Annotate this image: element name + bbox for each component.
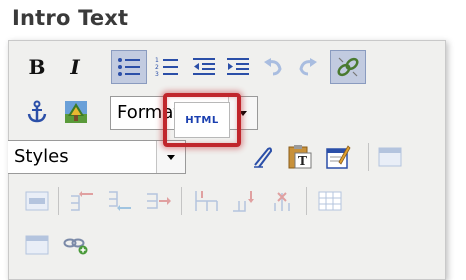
anchor-button[interactable] bbox=[21, 96, 53, 128]
insert-row-after-icon bbox=[109, 191, 131, 211]
anchor-icon bbox=[27, 100, 47, 123]
undo-button[interactable] bbox=[257, 51, 289, 83]
bullet-list-icon bbox=[118, 58, 140, 76]
svg-text:3: 3 bbox=[155, 71, 159, 77]
merge-cells-button[interactable] bbox=[21, 229, 53, 261]
toolbar-separator bbox=[368, 143, 369, 171]
indent-button[interactable] bbox=[222, 51, 254, 83]
image-icon bbox=[65, 101, 87, 123]
html-source-button[interactable]: HTML bbox=[174, 102, 230, 138]
toolbar-separator bbox=[306, 187, 307, 215]
insert-column-before-icon bbox=[195, 191, 218, 211]
italic-button[interactable]: I bbox=[59, 51, 91, 83]
svg-text:1: 1 bbox=[155, 57, 159, 64]
unlink-icon bbox=[337, 57, 359, 77]
horizontal-rule-button[interactable] bbox=[374, 141, 406, 173]
outdent-icon bbox=[193, 58, 215, 75]
row-properties-button[interactable] bbox=[21, 185, 53, 217]
bullet-list-button[interactable] bbox=[111, 50, 147, 84]
delete-row-icon bbox=[147, 193, 171, 209]
row-properties-icon bbox=[25, 191, 49, 211]
delete-column-button[interactable] bbox=[266, 185, 298, 217]
paste-text-icon: T bbox=[288, 145, 312, 169]
delete-row-button[interactable] bbox=[142, 185, 174, 217]
toolbar-separator bbox=[58, 187, 59, 215]
merge-cells-icon bbox=[25, 235, 49, 255]
link-icon bbox=[63, 238, 88, 255]
delete-column-icon bbox=[274, 192, 290, 211]
numbered-list-button[interactable]: 1 2 3 bbox=[151, 51, 183, 83]
link-button[interactable] bbox=[60, 229, 92, 261]
styles-select[interactable]: Styles bbox=[8, 140, 186, 174]
insert-row-before-icon bbox=[71, 191, 93, 211]
eraser-icon bbox=[254, 147, 273, 168]
table-properties-icon bbox=[378, 147, 402, 167]
section-title: Intro Text bbox=[12, 6, 129, 30]
table-icon bbox=[318, 191, 342, 211]
undo-icon bbox=[264, 58, 282, 76]
outdent-button[interactable] bbox=[188, 51, 220, 83]
redo-icon bbox=[299, 58, 317, 76]
indent-icon bbox=[227, 58, 249, 75]
paste-word-icon bbox=[326, 145, 351, 169]
insert-column-before-button[interactable] bbox=[190, 185, 222, 217]
insert-column-after-icon bbox=[233, 191, 254, 212]
unlink-button[interactable] bbox=[330, 50, 366, 84]
svg-text:T: T bbox=[298, 154, 307, 168]
cleanup-button[interactable] bbox=[246, 141, 278, 173]
insert-row-before-button[interactable] bbox=[66, 185, 98, 217]
insert-row-after-button[interactable] bbox=[104, 185, 136, 217]
insert-table-button[interactable] bbox=[314, 185, 346, 217]
numbered-list-icon: 1 2 3 bbox=[155, 57, 178, 77]
toolbar-separator bbox=[181, 187, 182, 215]
bold-button[interactable]: B bbox=[21, 51, 53, 83]
insert-image-button[interactable] bbox=[60, 96, 92, 128]
svg-text:2: 2 bbox=[155, 64, 159, 71]
paste-word-button[interactable] bbox=[322, 141, 354, 173]
redo-button[interactable] bbox=[292, 51, 324, 83]
insert-column-after-button[interactable] bbox=[228, 185, 260, 217]
styles-select-value: Styles bbox=[14, 146, 69, 167]
paste-text-button[interactable]: T bbox=[284, 141, 316, 173]
